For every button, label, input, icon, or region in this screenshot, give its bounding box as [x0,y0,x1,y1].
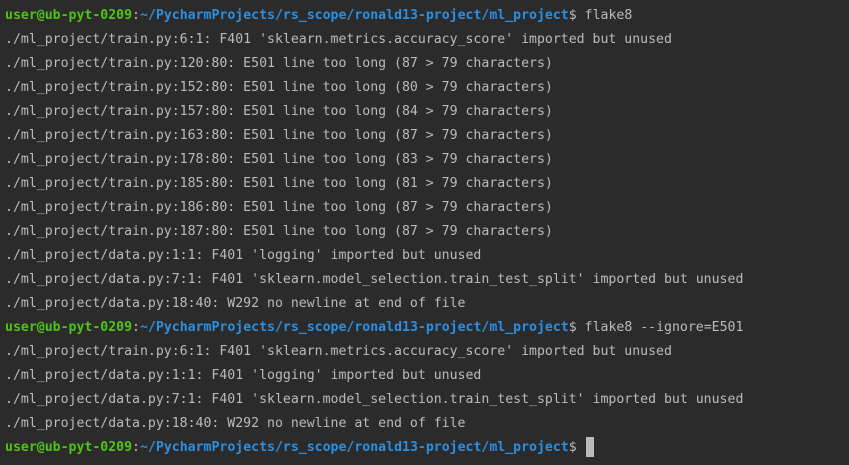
output-line: ./ml_project/data.py:18:40: W292 no newl… [5,296,466,311]
output-line: ./ml_project/train.py:178:80: E501 line … [5,152,553,167]
command-text: flake8 --ignore=E501 [584,320,744,335]
output-line: ./ml_project/train.py:152:80: E501 line … [5,80,553,95]
prompt-dollar: $ [568,440,585,455]
prompt-dollar: $ [568,8,585,23]
command-text: flake8 [584,8,633,23]
prompt-path: ~/PycharmProjects/rs_scope/ronald13-proj… [140,8,569,23]
output-line: ./ml_project/train.py:6:1: F401 'sklearn… [5,32,672,47]
output-line: ./ml_project/train.py:6:1: F401 'sklearn… [5,344,672,359]
prompt-line: user@ub-pyt-0209:~/PycharmProjects/rs_sc… [5,4,849,28]
prompt-separator: : [132,440,140,455]
text-cursor [585,437,594,457]
output-line: ./ml_project/data.py:18:40: W292 no newl… [5,416,466,431]
output-line: ./ml_project/train.py:185:80: E501 line … [5,176,553,191]
output-line: ./ml_project/train.py:187:80: E501 line … [5,224,553,239]
prompt-separator: : [132,8,140,23]
prompt-line-active[interactable]: user@ub-pyt-0209:~/PycharmProjects/rs_sc… [5,436,849,460]
output-line: ./ml_project/train.py:163:80: E501 line … [5,128,553,143]
prompt-path: ~/PycharmProjects/rs_scope/ronald13-proj… [140,320,569,335]
prompt-user-host: user@ub-pyt-0209 [5,8,133,23]
terminal-window[interactable]: user@ub-pyt-0209:~/PycharmProjects/rs_sc… [0,0,849,465]
output-line: ./ml_project/data.py:7:1: F401 'sklearn.… [5,272,744,287]
prompt-dollar: $ [568,320,585,335]
output-line: ./ml_project/train.py:186:80: E501 line … [5,200,553,215]
output-line: ./ml_project/data.py:1:1: F401 'logging'… [5,368,482,383]
output-line: ./ml_project/data.py:1:1: F401 'logging'… [5,248,482,263]
output-line: ./ml_project/train.py:120:80: E501 line … [5,56,553,71]
prompt-path: ~/PycharmProjects/rs_scope/ronald13-proj… [140,440,569,455]
prompt-separator: : [132,320,140,335]
prompt-user-host: user@ub-pyt-0209 [5,440,133,455]
output-line: ./ml_project/data.py:7:1: F401 'sklearn.… [5,392,744,407]
prompt-user-host: user@ub-pyt-0209 [5,320,133,335]
output-line: ./ml_project/train.py:157:80: E501 line … [5,104,553,119]
prompt-line: user@ub-pyt-0209:~/PycharmProjects/rs_sc… [5,316,849,340]
